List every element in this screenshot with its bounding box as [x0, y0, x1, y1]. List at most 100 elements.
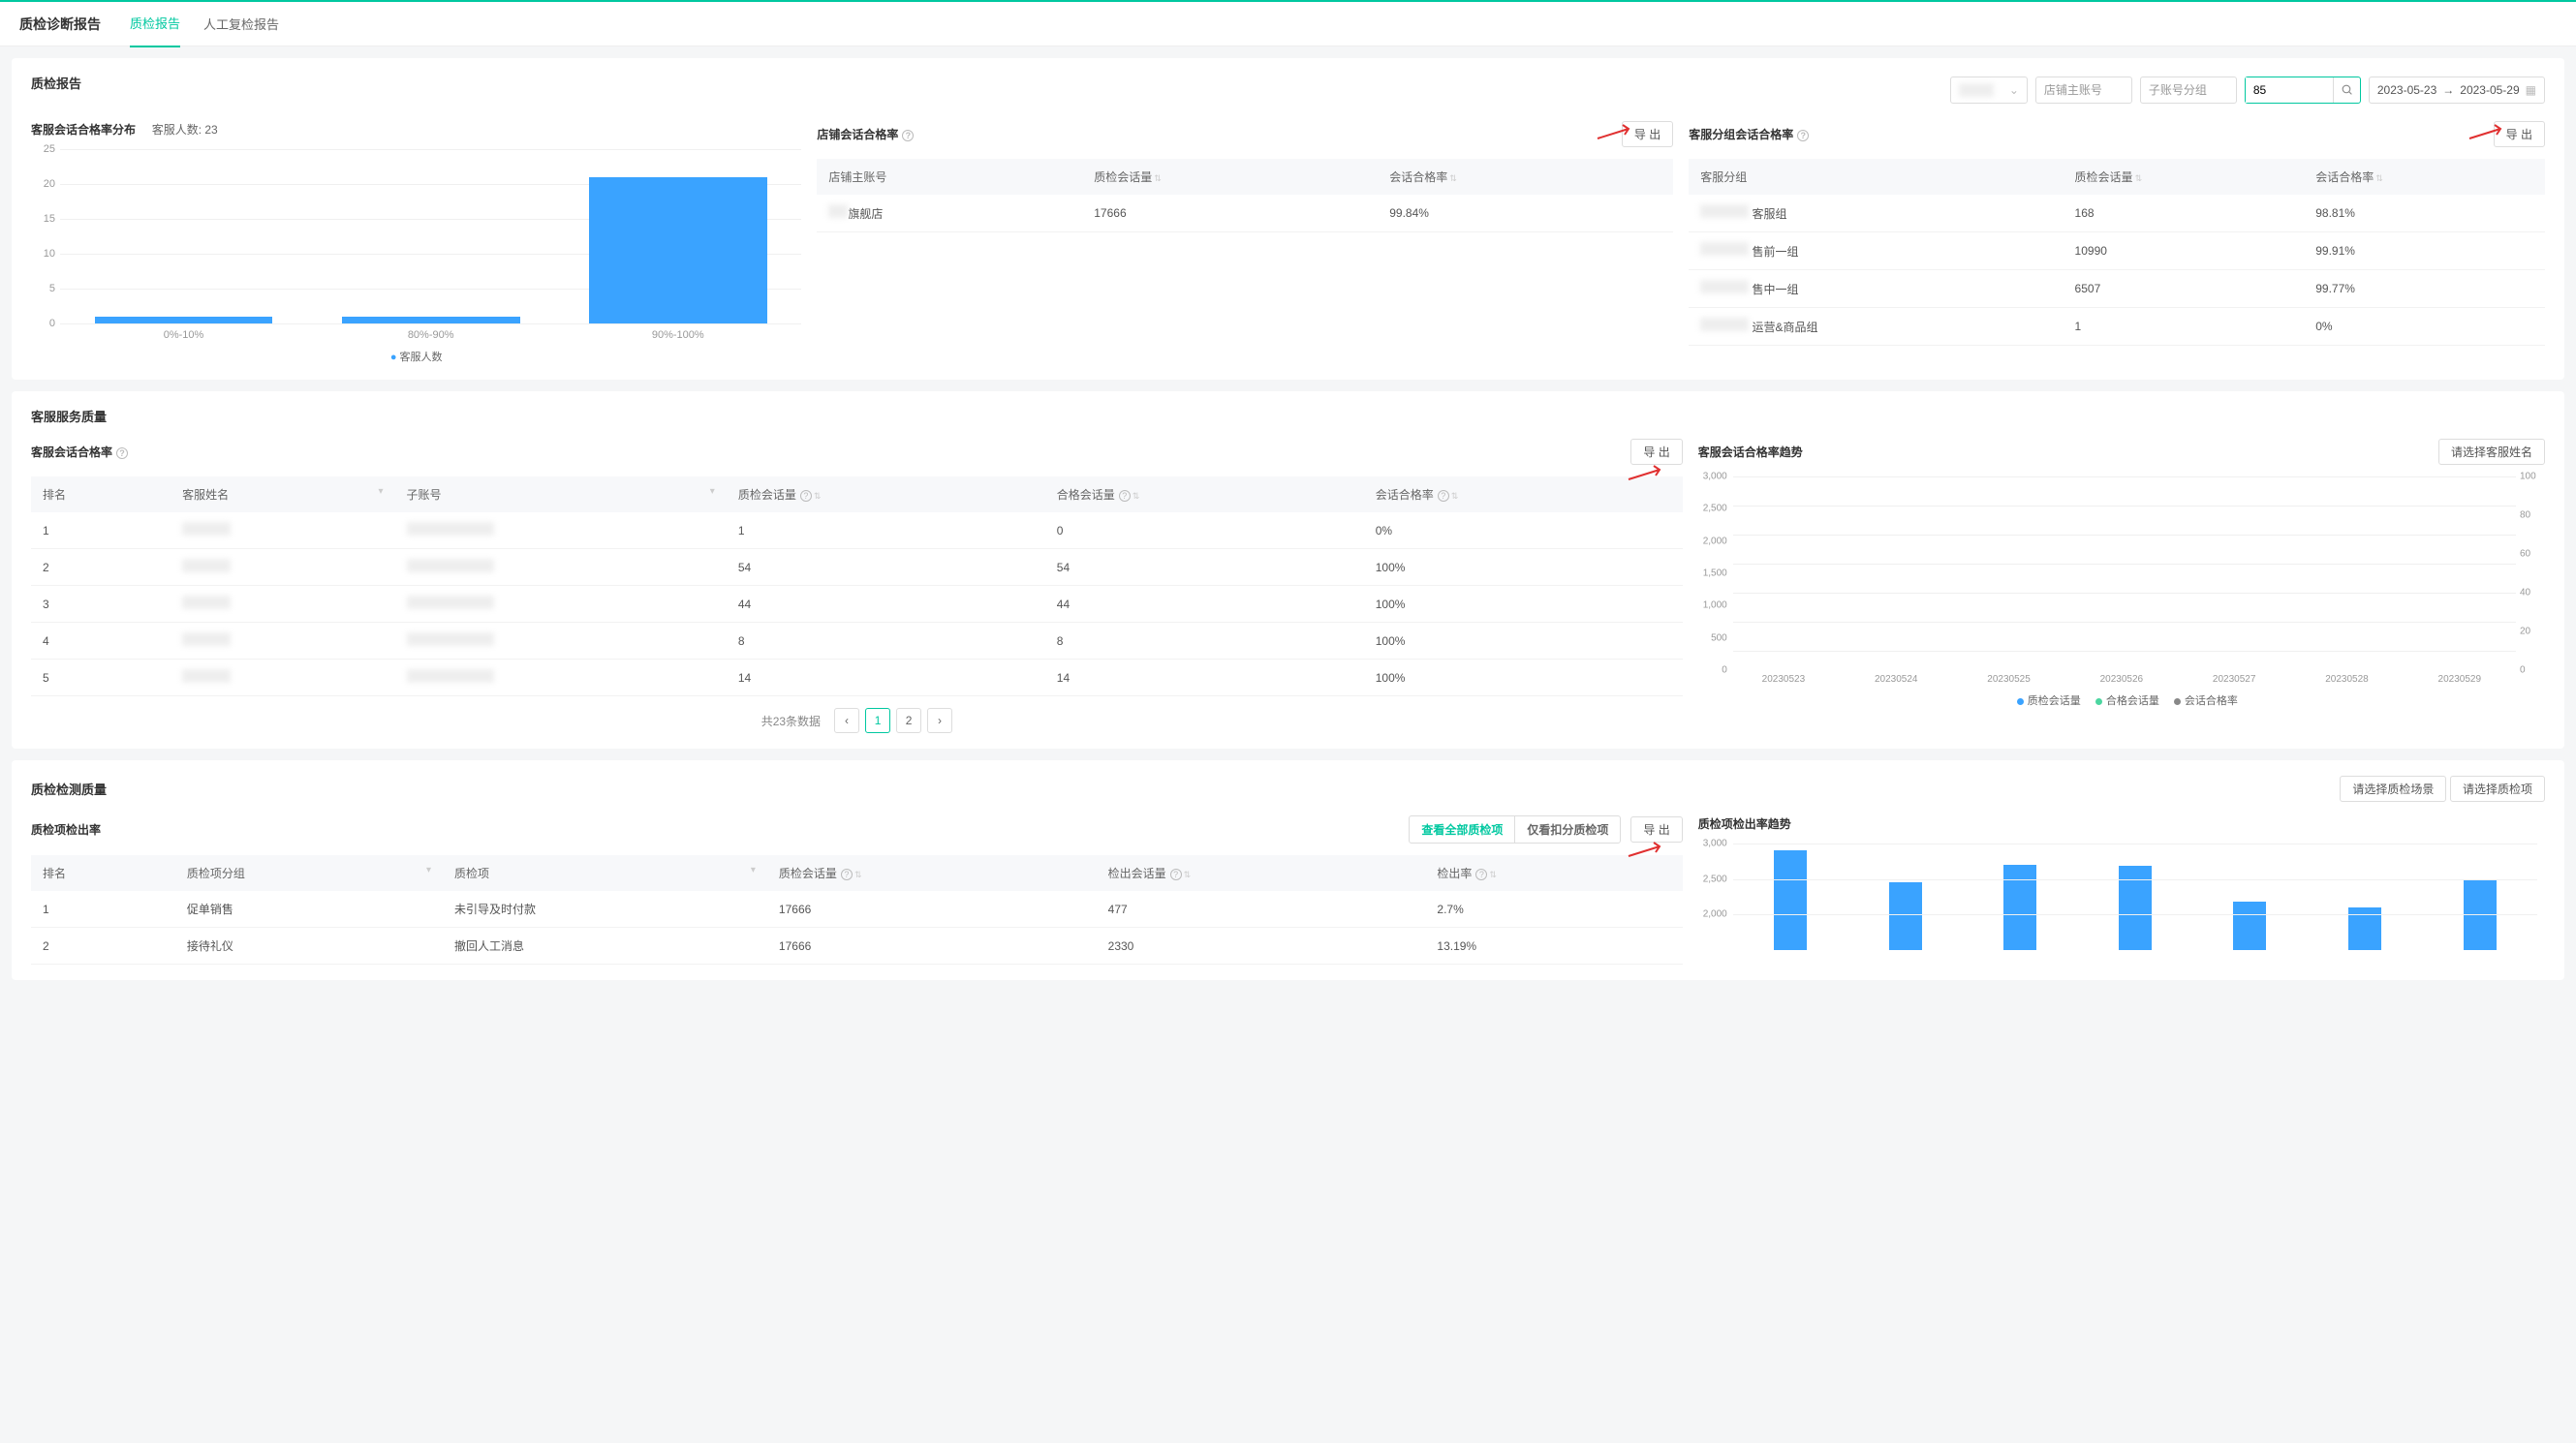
col-ok[interactable]: 合格会话量?⇅	[1045, 476, 1364, 512]
col-sub[interactable]: 子账号▾	[395, 476, 727, 512]
panel-agent-rate: 客服会话合格率? 导 出 排名 客服姓名▾ 子账号▾ 质检会话量?⇅ 合格会话量…	[31, 439, 1683, 733]
col-rank: 排名	[31, 855, 175, 891]
card-detect-quality: 质检检测质量 请选择质检场景 请选择质检项 质检项检出率 查看全部质检项 仅看扣…	[12, 760, 2564, 980]
panel-distribution: 客服会话合格率分布 客服人数: 23 05101520250%-10%80%-9…	[31, 121, 801, 364]
col-vol[interactable]: 质检会话量?⇅	[727, 476, 1045, 512]
panel-shop-rate: 店铺会话合格率? 导 出 店铺主账号 质检会话量⇅ 会话合格率⇅ 旗舰店1766…	[817, 121, 1673, 364]
panel-detect-trend: 质检项检出率趋势 2,0002,5003,000	[1698, 815, 2545, 965]
table-row: 51414100%	[31, 660, 1683, 696]
table-row: 运营&商品组10%	[1689, 308, 2545, 346]
col-group[interactable]: 质检项分组▾	[175, 855, 443, 891]
search-input[interactable]	[2246, 77, 2333, 103]
trend-title: 客服会话合格率趋势	[1698, 444, 1803, 460]
export-button-quality[interactable]: 导 出	[1630, 439, 1682, 465]
search-wrap	[2245, 77, 2361, 104]
table-row: 2接待礼仪撤回人工消息17666233013.19%	[31, 928, 1683, 965]
date-to: 2023-05-29	[2460, 83, 2519, 97]
col-hit[interactable]: 检出会话量?⇅	[1097, 855, 1426, 891]
col-vol[interactable]: 质检会话量⇅	[2064, 159, 2305, 195]
arrow-annotation	[1627, 841, 1665, 863]
input-shop-account[interactable]: 店铺主账号	[2035, 77, 2132, 104]
info-icon: ?	[902, 130, 914, 141]
page-next-button[interactable]: ›	[927, 708, 952, 733]
topbar: 质检诊断报告 质检报告 人工复检报告	[0, 0, 2576, 46]
filter-icon: ▾	[710, 486, 715, 497]
agent-rate-title: 客服会话合格率	[31, 445, 112, 459]
col-rate[interactable]: 会话合格率⇅	[1378, 159, 1673, 195]
arrow-annotation	[2467, 123, 2506, 145]
sort-icon: ⇅	[1449, 173, 1457, 183]
export-button-detect[interactable]: 导 出	[1630, 816, 1682, 843]
arrow-right-icon: →	[2442, 83, 2454, 97]
select-item-button[interactable]: 请选择质检项	[2450, 776, 2545, 802]
table-row: 售前一组1099099.91%	[1689, 232, 2545, 270]
tab-quality-report[interactable]: 质检报告	[130, 0, 180, 47]
col-group: 客服分组	[1689, 159, 2063, 195]
arrow-annotation	[1627, 464, 1665, 486]
search-button[interactable]	[2333, 77, 2360, 103]
dist-title: 客服会话合格率分布	[31, 123, 136, 137]
tab-manual-recheck[interactable]: 人工复检报告	[203, 1, 279, 46]
trend-xlabels: 2023052320230524202305252023052620230527…	[1698, 674, 2545, 685]
date-range-picker[interactable]: 2023-05-23 → 2023-05-29 ▦	[2369, 77, 2545, 104]
date-from: 2023-05-23	[2377, 83, 2436, 97]
calendar-icon: ▦	[2526, 83, 2536, 97]
info-icon: ?	[116, 447, 128, 459]
table-row: 1促单销售未引导及时付款176664772.7%	[31, 891, 1683, 928]
trend-legend: 质检会话量 合格会话量 会话合格率	[1698, 692, 2545, 708]
filters: ⌄ 店铺主账号 子账号分组 2023-05-23 → 2023-05-29 ▦	[1950, 77, 2545, 104]
view-toggle-group: 查看全部质检项 仅看扣分质检项	[1409, 815, 1621, 844]
shop-rate-table: 店铺主账号 质检会话量⇅ 会话合格率⇅ 旗舰店1766699.84%	[817, 159, 1673, 232]
col-shop: 店铺主账号	[817, 159, 1082, 195]
select-scene-button[interactable]: 请选择质检场景	[2340, 776, 2446, 802]
toggle-all[interactable]: 查看全部质检项	[1410, 816, 1514, 843]
detect-sub-title: 质检项检出率	[31, 821, 101, 838]
panel-detect-rate: 质检项检出率 查看全部质检项 仅看扣分质检项 导 出 排	[31, 815, 1683, 965]
arrow-annotation	[1596, 123, 1634, 145]
pagination: 共23条数据 ‹ 1 2 ›	[31, 708, 1683, 733]
table-row: 488100%	[31, 623, 1683, 660]
trend-chart: 05001,0001,5002,0002,5003,00002040608010…	[1698, 476, 2545, 670]
sort-icon: ⇅	[1154, 173, 1162, 183]
page-title: 质检诊断报告	[19, 15, 101, 34]
agent-rate-table: 排名 客服姓名▾ 子账号▾ 质检会话量?⇅ 合格会话量?⇅ 会话合格率?⇅ 11…	[31, 476, 1683, 696]
distribution-chart: 05101520250%-10%80%-90%90%-100%	[31, 149, 801, 343]
detect-rate-table: 排名 质检项分组▾ 质检项▾ 质检会话量?⇅ 检出会话量?⇅ 检出率?⇅ 1促单…	[31, 855, 1683, 965]
panel-trend: 客服会话合格率趋势 请选择客服姓名 05001,0001,5002,0002,5…	[1698, 439, 2545, 733]
detect-trend-chart: 2,0002,5003,000	[1698, 844, 2545, 950]
col-vol[interactable]: 质检会话量?⇅	[767, 855, 1097, 891]
section-title: 质检报告	[31, 74, 81, 92]
page-2-button[interactable]: 2	[896, 708, 921, 733]
table-row: 1100%	[31, 512, 1683, 549]
table-row: 旗舰店1766699.84%	[817, 195, 1673, 232]
select-generic[interactable]: ⌄	[1950, 77, 2028, 104]
panel-group-rate: 客服分组会话合格率? 导 出 客服分组 质检会话量⇅ 会话合格率⇅ 客服组168…	[1689, 121, 2545, 364]
table-row: 25454100%	[31, 549, 1683, 586]
detect-title: 质检检测质量	[31, 780, 107, 798]
col-rank: 排名	[31, 476, 171, 512]
pagination-total: 共23条数据	[761, 713, 821, 729]
table-row: 客服组16898.81%	[1689, 195, 2545, 232]
toggle-deduct-only[interactable]: 仅看扣分质检项	[1514, 816, 1620, 843]
info-icon: ?	[1797, 130, 1809, 141]
detect-trend-title: 质检项检出率趋势	[1698, 815, 1791, 832]
group-rate-table: 客服分组 质检会话量⇅ 会话合格率⇅ 客服组16898.81% 售前一组1099…	[1689, 159, 2545, 346]
input-sub-group[interactable]: 子账号分组	[2140, 77, 2237, 104]
dist-legend: 客服人数	[31, 349, 801, 364]
page-1-button[interactable]: 1	[865, 708, 890, 733]
select-agent-button[interactable]: 请选择客服姓名	[2438, 439, 2545, 465]
table-row: 34444100%	[31, 586, 1683, 623]
dist-count: 客服人数: 23	[152, 123, 218, 137]
col-name[interactable]: 客服姓名▾	[171, 476, 394, 512]
shop-rate-title: 店铺会话合格率	[817, 128, 898, 141]
table-row: 售中一组650799.77%	[1689, 270, 2545, 308]
card-service-quality: 客服服务质量 客服会话合格率? 导 出 排名 客服姓名▾ 子账号▾ 质检会话量?…	[12, 391, 2564, 749]
filter-icon: ▾	[378, 486, 383, 497]
col-rate[interactable]: 会话合格率⇅	[2304, 159, 2545, 195]
card-quality-report: 质检报告 ⌄ 店铺主账号 子账号分组 2023-05-23 → 2023-05-…	[12, 58, 2564, 380]
col-item[interactable]: 质检项▾	[443, 855, 767, 891]
col-vol[interactable]: 质检会话量⇅	[1082, 159, 1378, 195]
quality-title: 客服服务质量	[31, 407, 2545, 425]
page-prev-button[interactable]: ‹	[834, 708, 859, 733]
group-rate-title: 客服分组会话合格率	[1689, 128, 1793, 141]
